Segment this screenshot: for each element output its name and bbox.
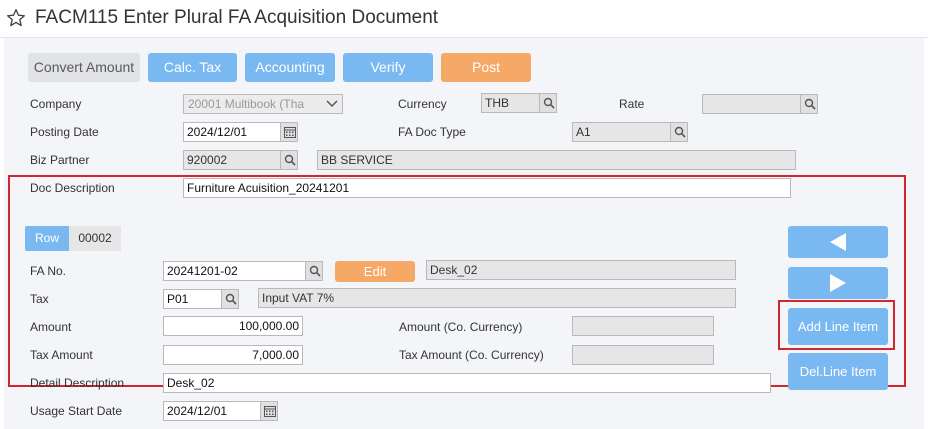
tax-amount-co-currency-field (572, 345, 714, 365)
biz-partner-code: 920002 (187, 153, 228, 167)
edit-button[interactable]: Edit (335, 261, 415, 282)
fa-doc-type-search-icon[interactable] (670, 123, 687, 141)
tax-search-icon[interactable] (221, 290, 238, 308)
amount-co-currency-label: Amount (Co. Currency) (399, 320, 523, 334)
fa-no-field[interactable]: 20241201-02 (163, 261, 323, 281)
next-line-button[interactable] (788, 267, 888, 299)
add-line-item-highlight (778, 300, 895, 350)
company-label: Company (30, 97, 82, 111)
detail-description-input[interactable]: Desk_02 (163, 373, 771, 393)
posting-date-label: Posting Date (30, 125, 99, 139)
del-line-item-button[interactable]: Del.Line Item (788, 353, 888, 390)
arrow-left-icon (830, 233, 846, 251)
biz-partner-label: Biz Partner (30, 153, 90, 167)
posting-date-value: 2024/12/01 (187, 125, 248, 139)
rate-search-icon[interactable] (800, 95, 817, 113)
tax-label: Tax (30, 292, 49, 306)
amount-input[interactable]: 100,000.00 (163, 316, 303, 336)
currency-label: Currency (398, 97, 447, 111)
posting-date-field[interactable]: 2024/12/01 (183, 122, 298, 142)
tax-amount-co-currency-label: Tax Amount (Co. Currency) (399, 348, 544, 362)
biz-partner-search-icon[interactable] (280, 151, 297, 169)
tax-code-value: P01 (167, 292, 189, 306)
convert-amount-button[interactable]: Convert Amount (28, 53, 140, 82)
fa-name-field: Desk_02 (426, 260, 736, 280)
fa-no-value: 20241201-02 (167, 264, 238, 278)
page-title: FACM115 Enter Plural FA Acquisition Docu… (35, 7, 439, 28)
amount-label: Amount (30, 320, 72, 334)
tax-amount-input[interactable]: 7,000.00 (163, 345, 303, 365)
calc-tax-button[interactable]: Calc. Tax (148, 53, 237, 82)
post-button[interactable]: Post (441, 53, 531, 82)
biz-partner-name-field: BB SERVICE (317, 150, 796, 170)
usage-calendar-icon[interactable] (260, 402, 277, 420)
currency-field[interactable]: THB (481, 93, 557, 113)
tax-amount-label: Tax Amount (30, 348, 93, 362)
amount-co-currency-field (572, 316, 714, 336)
arrow-right-icon (830, 274, 846, 292)
tax-code-field[interactable]: P01 (163, 289, 239, 309)
favorite-star-icon[interactable] (6, 8, 26, 28)
usage-start-date-label: Usage Start Date (30, 404, 123, 418)
fa-doc-type-label: FA Doc Type (398, 125, 466, 139)
currency-search-icon[interactable] (539, 94, 556, 112)
rate-label: Rate (619, 97, 645, 111)
calendar-icon[interactable] (280, 123, 297, 141)
usage-start-date-field[interactable]: 2024/12/01 (163, 401, 278, 421)
fa-doc-type-field[interactable]: A1 (572, 122, 688, 142)
fa-no-search-icon[interactable] (305, 262, 322, 280)
row-label: Row (25, 226, 69, 251)
usage-start-date-value: 2024/12/01 (167, 404, 228, 418)
biz-partner-code-field[interactable]: 920002 (183, 150, 298, 170)
accounting-button[interactable]: Accounting (245, 53, 335, 82)
verify-button[interactable]: Verify (343, 53, 433, 82)
fa-doc-type-value: A1 (576, 125, 591, 139)
detail-description-label: Detail Description (30, 376, 125, 390)
company-value: 20001 Multibook (Tha (188, 97, 305, 111)
previous-line-button[interactable] (788, 226, 888, 258)
row-value: 00002 (69, 226, 121, 251)
rate-field[interactable] (702, 94, 818, 114)
currency-value: THB (485, 96, 509, 110)
company-select[interactable]: 20001 Multibook (Tha (183, 94, 343, 114)
title-bar: FACM115 Enter Plural FA Acquisition Docu… (0, 0, 928, 38)
fa-no-label: FA No. (30, 264, 67, 278)
tax-name-field: Input VAT 7% (258, 288, 736, 308)
chevron-down-icon (326, 100, 338, 108)
